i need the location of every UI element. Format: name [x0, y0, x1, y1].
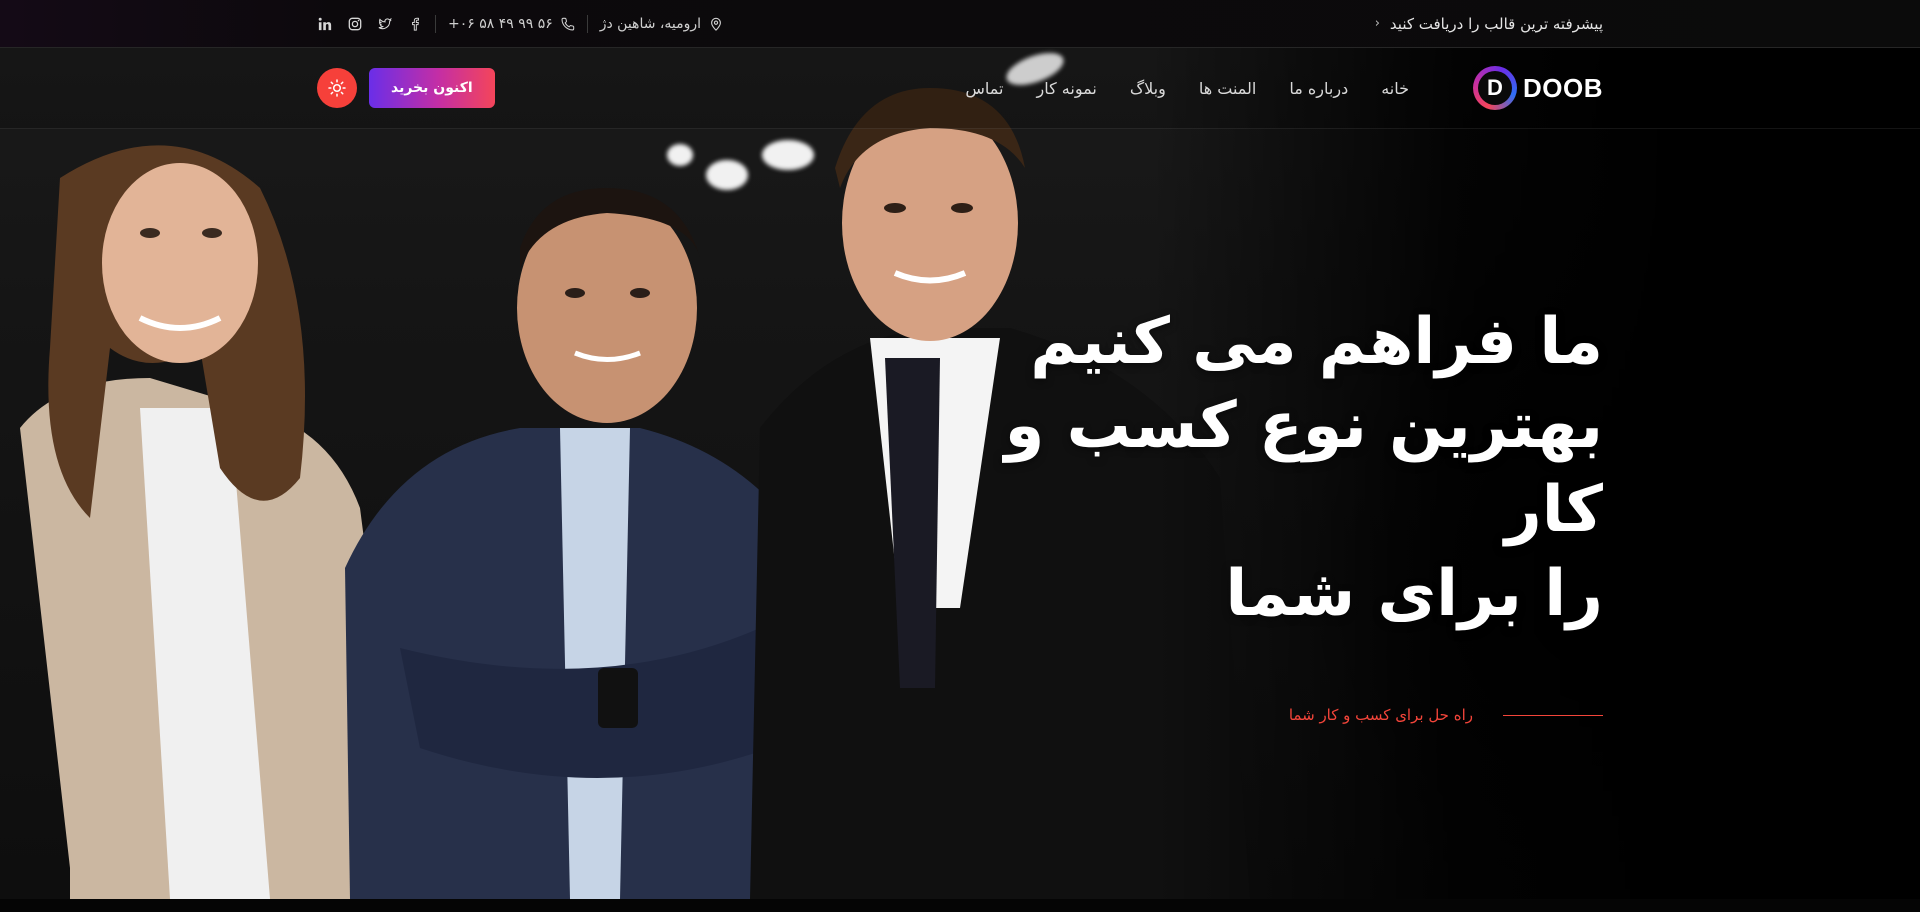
- phone-info[interactable]: +۰۶ ۵۸ ۴۹ ۹۹ ۵۶: [448, 16, 575, 32]
- social-links: [317, 16, 423, 32]
- hero-subtitle-text: راه حل برای کسب و کار شما: [1288, 706, 1473, 724]
- hero-title-line: کار: [1504, 473, 1603, 547]
- theme-toggle-button[interactable]: [317, 68, 357, 108]
- phone-icon: [561, 17, 574, 30]
- nav-item-about[interactable]: درباره ما: [1289, 79, 1348, 98]
- facebook-icon[interactable]: [407, 16, 423, 32]
- site-header: اکنون بخرید خانه درباره ما المنت ها وبلا…: [0, 48, 1920, 129]
- hero-title: ما فراهم می کنیم بهترین نوع کسب و کار را…: [983, 300, 1603, 636]
- hero-title-line: را برای شما: [1225, 557, 1603, 631]
- hero-title-line: بهترین نوع کسب و: [1004, 389, 1603, 463]
- linkedin-icon[interactable]: [317, 16, 333, 32]
- hero-title-line: ما فراهم می کنیم: [1030, 305, 1603, 379]
- map-pin-icon: [711, 17, 722, 31]
- hero-subtitle: راه حل برای کسب و کار شما: [1289, 706, 1603, 724]
- chevron-right-icon: ›: [1374, 16, 1380, 31]
- hero-section: [0, 48, 1920, 899]
- nav-item-elements[interactable]: المنت ها: [1199, 79, 1257, 98]
- subtitle-divider: [1503, 714, 1603, 716]
- phone-number: +۰۶ ۵۸ ۴۹ ۹۹ ۵۶: [448, 15, 553, 32]
- logo-mark: D: [1473, 66, 1517, 110]
- instagram-icon[interactable]: [347, 16, 363, 32]
- promo-text: پیشرفته ترین قالب را دریافت کنید: [1389, 14, 1603, 33]
- location-info: ارومیه، شاهین دژ: [600, 16, 723, 32]
- nav-item-contact[interactable]: تماس: [965, 79, 1003, 98]
- location-text: ارومیه، شاهین دژ: [599, 15, 702, 32]
- nav-item-portfolio[interactable]: نمونه کار: [1037, 79, 1097, 98]
- sun-icon: [328, 79, 346, 97]
- hero-bottom-edge: [0, 899, 1920, 912]
- promo-link[interactable]: › پیشرفته ترین قالب را دریافت کنید: [1375, 15, 1603, 33]
- top-bar: +۰۶ ۵۸ ۴۹ ۹۹ ۵۶ ارومیه، شاهین دژ › پیشرف…: [0, 0, 1920, 48]
- nav-item-home[interactable]: خانه: [1381, 79, 1409, 98]
- twitter-icon[interactable]: [377, 16, 393, 32]
- logo-text: DOOB: [1523, 72, 1603, 103]
- nav-item-blog[interactable]: وبلاگ: [1130, 79, 1166, 98]
- buy-now-button[interactable]: اکنون بخرید: [369, 68, 495, 108]
- site-logo[interactable]: D DOOB: [1473, 66, 1603, 110]
- main-nav: خانه درباره ما المنت ها وبلاگ نمونه کار …: [965, 79, 1409, 98]
